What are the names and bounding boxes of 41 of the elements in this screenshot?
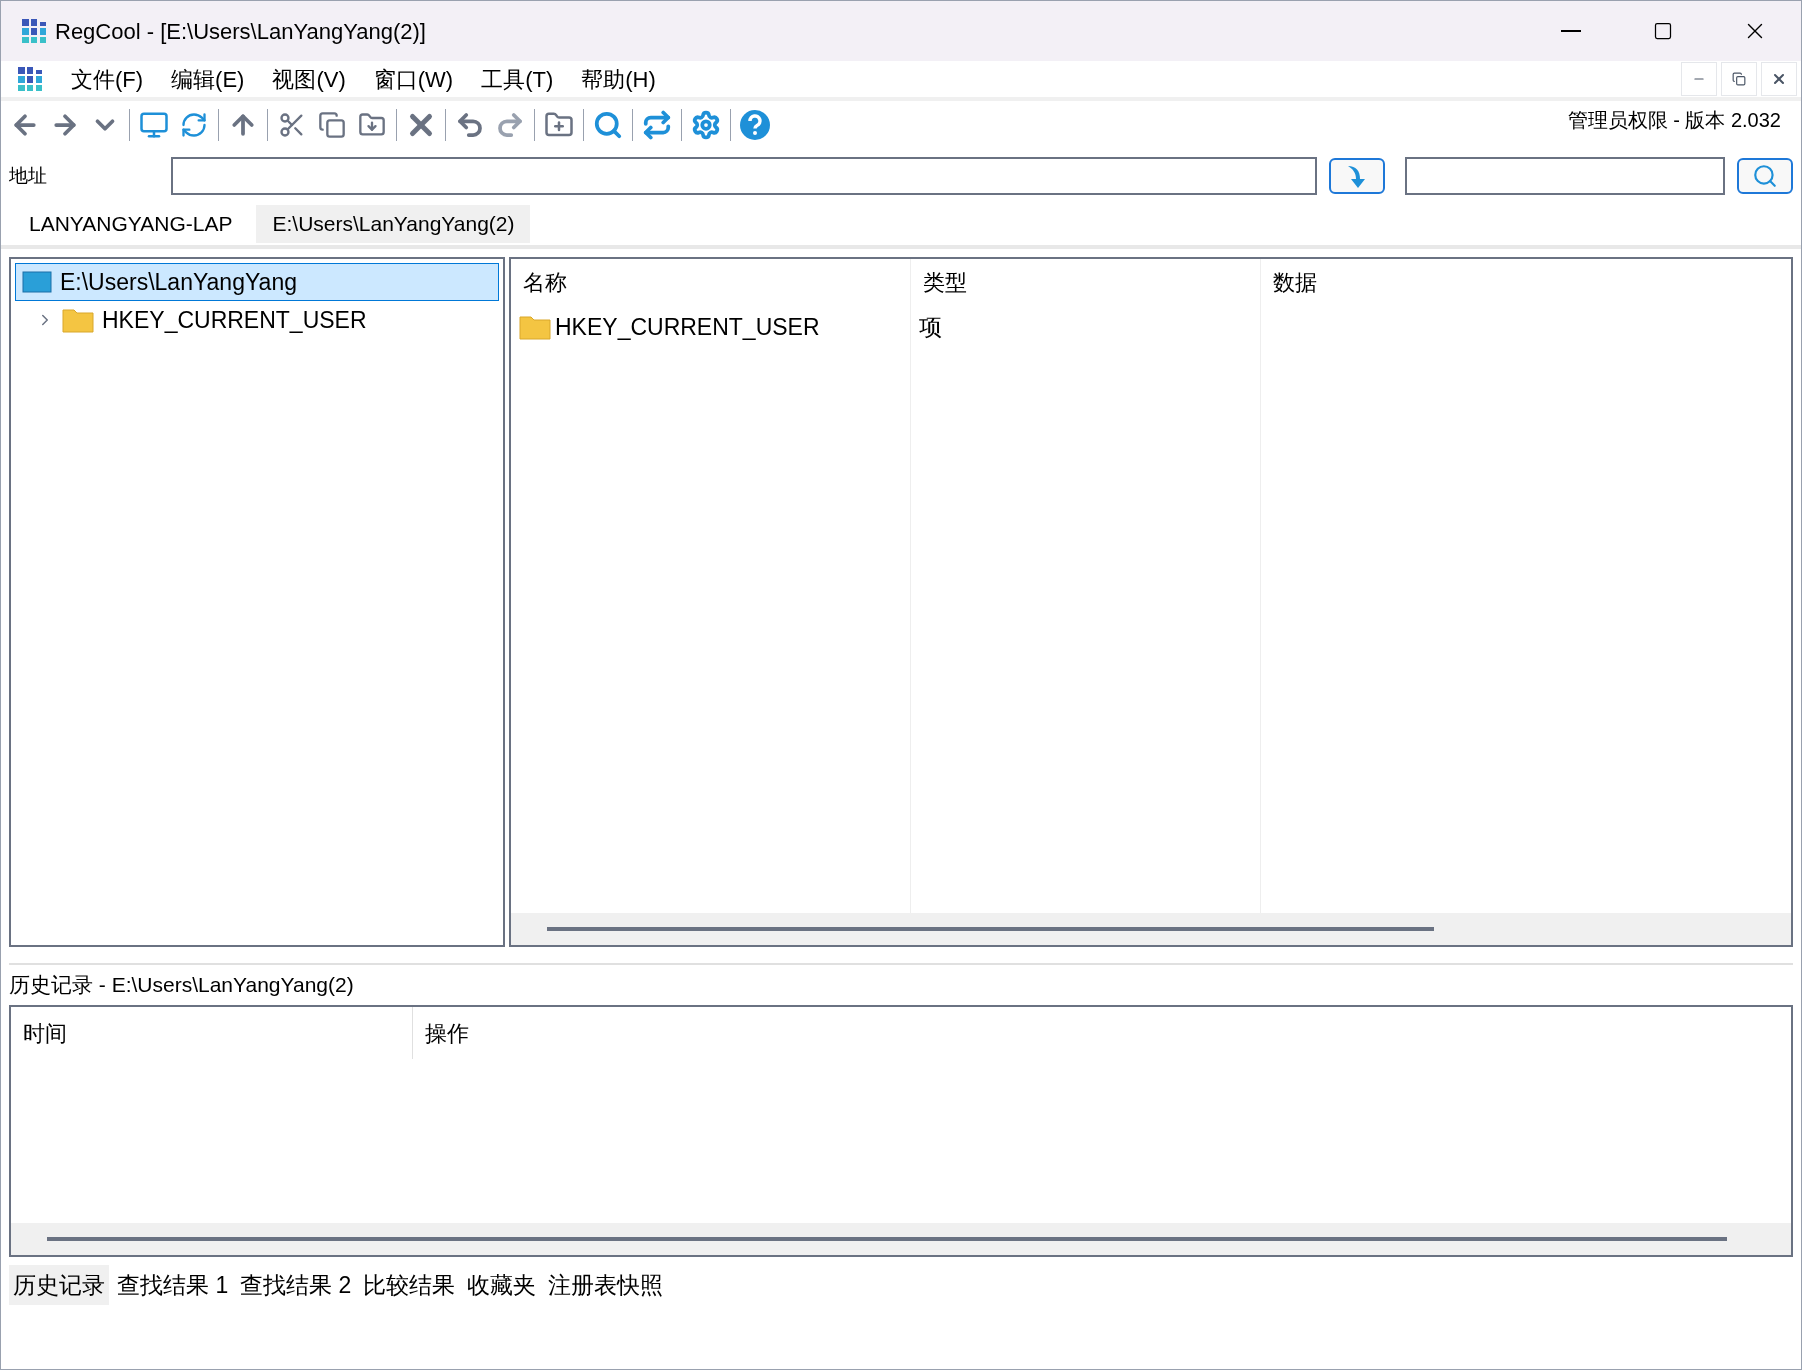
menu-item[interactable]: 窗口(W) <box>361 62 466 96</box>
app-logo-icon <box>17 66 43 92</box>
tree-item[interactable]: HKEY_CURRENT_USER <box>15 301 499 339</box>
tree-label: E:\Users\LanYangYang <box>60 267 297 297</box>
menu-item[interactable]: 编辑(E) <box>159 62 257 96</box>
app-logo-icon <box>21 18 47 44</box>
mdi-close-button[interactable] <box>1761 62 1797 96</box>
column-header[interactable]: 类型 <box>911 259 1260 305</box>
mdi-restore-button[interactable] <box>1721 62 1757 96</box>
tree-label: HKEY_CURRENT_USER <box>102 305 367 335</box>
window-title: RegCool - [E:\Users\LanYangYang(2)] <box>55 17 426 46</box>
folder-icon <box>519 314 551 340</box>
search-icon <box>1752 163 1778 189</box>
horizontal-scrollbar[interactable] <box>511 913 1791 945</box>
address-field[interactable] <box>171 157 1317 195</box>
tree-item[interactable]: E:\Users\LanYangYang <box>15 263 499 301</box>
search-button[interactable] <box>1737 158 1793 194</box>
column-header[interactable]: 操作 <box>413 1007 1791 1059</box>
column-header[interactable]: 数据 <box>1261 259 1791 305</box>
restore-icon <box>1732 72 1746 86</box>
table-cell-text: HKEY_CURRENT_USER <box>555 312 820 342</box>
menu-item[interactable]: 帮助(H) <box>569 62 668 96</box>
horizontal-scrollbar[interactable] <box>11 1223 1791 1255</box>
version-status: 管理员权限 - 版本 2.032 <box>1567 108 1781 133</box>
close-icon <box>1771 71 1787 87</box>
minimize-icon <box>1561 30 1581 32</box>
folder-icon <box>62 307 94 333</box>
menu-item[interactable]: 视图(V) <box>260 62 358 96</box>
panel-tab[interactable]: 历史记录 <box>9 1265 109 1305</box>
column-header[interactable]: 名称 <box>511 259 910 305</box>
menu-item[interactable]: 文件(F) <box>59 62 156 96</box>
search-field[interactable] <box>1405 157 1725 195</box>
address-label: 地址 <box>9 163 48 188</box>
column-header[interactable]: 时间 <box>11 1007 413 1059</box>
hive-file-icon <box>22 271 52 293</box>
maximize-icon <box>1653 21 1673 41</box>
menu-item[interactable]: 工具(T) <box>469 62 566 96</box>
connection-tab[interactable]: E:\Users\LanYangYang(2) <box>256 205 531 243</box>
go-button[interactable] <box>1329 158 1385 194</box>
table-cell-text: 项 <box>919 312 942 342</box>
history-title: 历史记录 - E:\Users\LanYangYang(2) <box>9 972 355 999</box>
